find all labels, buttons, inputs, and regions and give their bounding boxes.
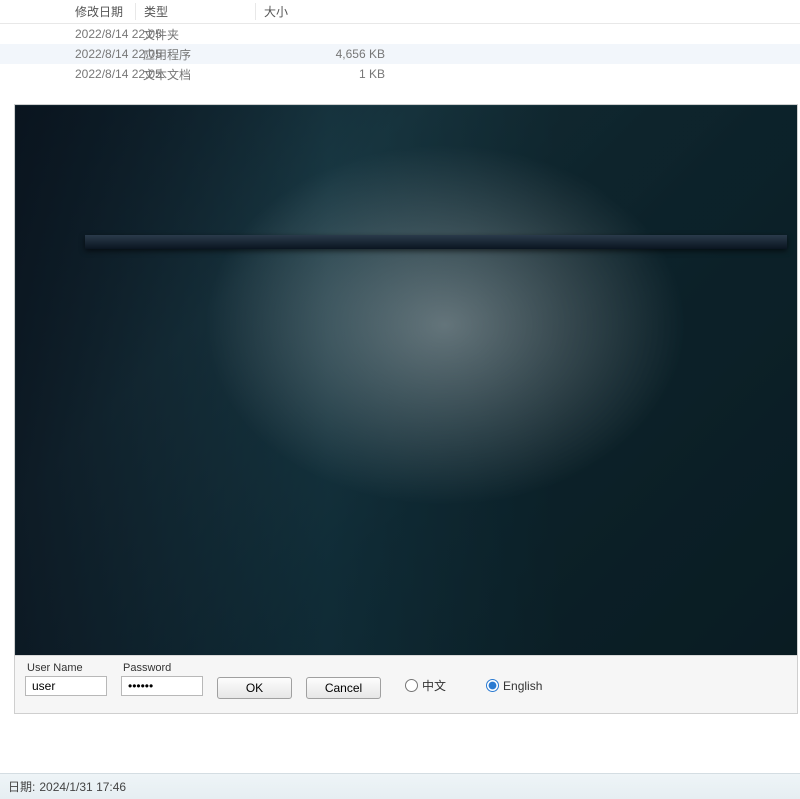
cell-date: 2022/8/14 22:05 [0, 67, 135, 81]
file-list-header: 修改日期 类型 大小 [0, 0, 800, 24]
login-window: User Name Password OK Cancel 中文 English [14, 104, 798, 714]
col-header-date[interactable]: 修改日期 [0, 3, 135, 20]
status-bar: 日期: 2024/1/31 17:46 [0, 773, 800, 799]
file-rows: 2022/8/14 22:05文件夹2022/8/14 22:05应用程序4,6… [0, 24, 800, 84]
lang-english-label: English [503, 679, 542, 693]
cell-date: 2022/8/14 22:05 [0, 47, 135, 61]
username-label: User Name [25, 662, 107, 674]
cell-size: 4,656 KB [255, 47, 415, 61]
login-bar: User Name Password OK Cancel 中文 English [15, 655, 797, 713]
username-input[interactable] [25, 676, 107, 696]
cell-type: 文件夹 [135, 26, 255, 43]
status-date-value: 2024/1/31 17:46 [39, 780, 126, 794]
username-field-group: User Name [25, 662, 107, 696]
password-label: Password [121, 662, 203, 674]
cell-type: 文本文档 [135, 66, 255, 83]
col-header-type[interactable]: 类型 [135, 3, 255, 20]
password-field-group: Password [121, 662, 203, 696]
language-radio-group: 中文 English [405, 677, 542, 694]
lang-radio-chinese-input[interactable] [405, 679, 418, 692]
table-row[interactable]: 2022/8/14 22:05文本文档1 KB [0, 64, 800, 84]
cell-date: 2022/8/14 22:05 [0, 27, 135, 41]
cell-type: 应用程序 [135, 46, 255, 63]
beam-graphic [85, 235, 787, 249]
lang-radio-chinese[interactable]: 中文 [405, 677, 446, 694]
password-input[interactable] [121, 676, 203, 696]
button-group: OK Cancel [217, 677, 381, 699]
lang-radio-english-input[interactable] [486, 679, 499, 692]
col-header-size[interactable]: 大小 [255, 3, 415, 20]
table-row[interactable]: 2022/8/14 22:05文件夹 [0, 24, 800, 44]
lang-chinese-label: 中文 [422, 677, 446, 694]
login-image [15, 105, 797, 655]
lang-radio-english[interactable]: English [486, 679, 542, 693]
file-list: 修改日期 类型 大小 2022/8/14 22:05文件夹2022/8/14 2… [0, 0, 800, 84]
cancel-button[interactable]: Cancel [306, 677, 381, 699]
cell-size: 1 KB [255, 67, 415, 81]
status-date-label: 日期: [8, 778, 35, 795]
ok-button[interactable]: OK [217, 677, 292, 699]
gap-background [0, 720, 800, 775]
table-row[interactable]: 2022/8/14 22:05应用程序4,656 KB [0, 44, 800, 64]
